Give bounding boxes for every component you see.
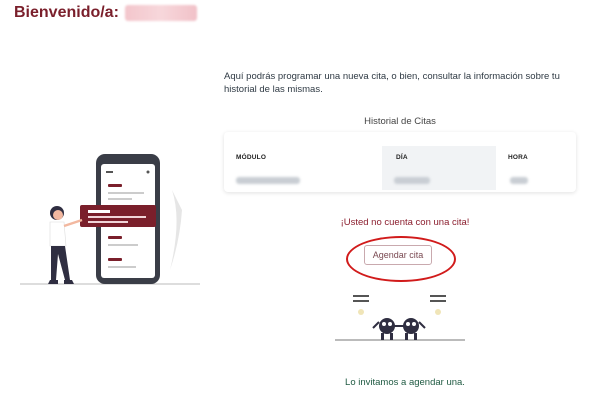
redacted-day <box>394 177 430 184</box>
column-header-modulo: MÓDULO <box>236 154 267 161</box>
welcome-heading: Bienvenido/a: <box>14 4 197 22</box>
redacted-hour <box>510 177 528 184</box>
empty-state-illustration <box>335 295 465 341</box>
phone-illustration <box>20 154 200 285</box>
schedule-appointment-button[interactable]: Agendar cita <box>364 245 432 265</box>
column-header-hora: HORA <box>508 154 528 161</box>
redacted-module <box>236 177 300 184</box>
no-appointment-message: ¡Usted no cuenta con una cita! <box>340 217 470 228</box>
history-title: Historial de Citas <box>364 116 436 127</box>
history-table: MÓDULO DÍA HORA <box>224 132 576 192</box>
intro-text: Aquí podrás programar una nueva cita, o … <box>224 71 560 95</box>
column-header-dia: DÍA <box>396 154 408 161</box>
invite-message: Lo invitamos a agendar una. <box>345 377 465 388</box>
welcome-label: Bienvenido/a: <box>14 4 119 21</box>
redacted-username <box>124 5 197 21</box>
